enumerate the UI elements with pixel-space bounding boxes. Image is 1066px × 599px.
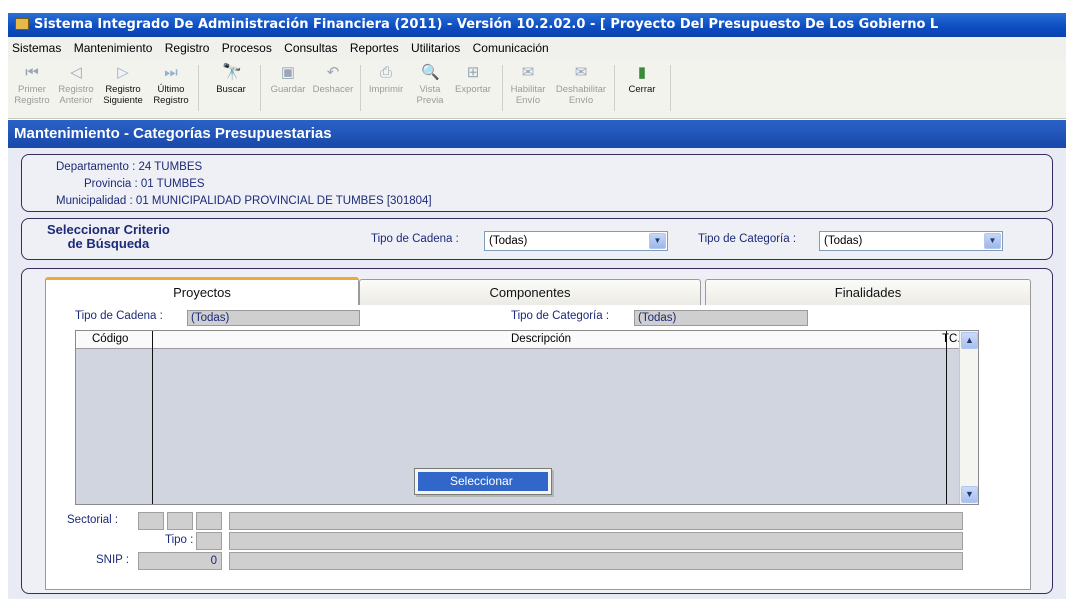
tipo-cadena-label: Tipo de Cadena : <box>371 233 459 245</box>
toolbar-separator <box>670 65 671 111</box>
previous-record-icon: ◁ <box>70 64 82 81</box>
column-codigo[interactable]: Código <box>92 331 128 348</box>
next-record-icon: ▷ <box>117 64 129 81</box>
menu-registro[interactable]: Registro <box>165 41 210 55</box>
snip-label: SNIP : <box>96 554 130 566</box>
tipo-field <box>196 532 222 550</box>
tabs-box: Proyectos Componentes Finalidades Tipo d… <box>21 268 1053 594</box>
toolbar-separator <box>502 65 503 111</box>
chevron-down-icon[interactable]: ▼ <box>984 233 1001 249</box>
departamento-value: 24 TUMBES <box>138 161 203 173</box>
tab-tipo-categoria-value: (Todas) <box>634 310 808 326</box>
menu-mantenimiento[interactable]: Mantenimiento <box>74 41 153 55</box>
chevron-up-icon[interactable]: ▲ <box>961 332 978 349</box>
provincia-label: Provincia : <box>84 178 138 190</box>
habilitar-envio-button[interactable]: ✉ Habilitar Envío <box>508 64 548 107</box>
seleccionar-popup: Seleccionar <box>414 468 552 495</box>
menu-consultas[interactable]: Consultas <box>284 41 337 55</box>
vista-previa-button[interactable]: 🔍 Vista Previa <box>412 64 448 107</box>
tab-page-proyectos: Tipo de Cadena : (Todas) Tipo de Categor… <box>45 305 1031 590</box>
guardar-button[interactable]: ▣ Guardar <box>270 64 306 96</box>
app-icon <box>15 18 29 30</box>
column-descripcion[interactable]: Descripción <box>511 331 571 348</box>
binoculars-icon: 🔭 <box>222 64 242 81</box>
exportar-button[interactable]: ⊞ Exportar <box>452 64 494 96</box>
location-info-box: Departamento : 24 TUMBES Provincia : 01 … <box>21 154 1053 212</box>
imprimir-button[interactable]: ⎙ Imprimir <box>366 64 406 96</box>
save-icon: ▣ <box>280 64 296 81</box>
menu-utilitarios[interactable]: Utilitarios <box>411 41 460 55</box>
tipo-description <box>229 532 963 550</box>
exit-door-icon: ▮ <box>637 64 647 81</box>
tipo-cadena-select[interactable]: (Todas) ▼ <box>484 231 668 251</box>
menu-reportes[interactable]: Reportes <box>350 41 399 55</box>
menu-bar: Sistemas Mantenimiento Registro Procesos… <box>8 37 1066 59</box>
snip-description <box>229 552 963 570</box>
menu-procesos[interactable]: Procesos <box>222 41 272 55</box>
sectorial-field-2 <box>167 512 193 530</box>
window-title: Sistema Integrado De Administración Fina… <box>34 17 939 32</box>
departamento-label: Departamento : <box>56 161 136 173</box>
last-record-icon: ⏭ <box>164 64 178 81</box>
panel-title: Mantenimiento - Categorías Presupuestari… <box>8 120 1066 148</box>
tab-proyectos[interactable]: Proyectos <box>45 277 359 305</box>
cerrar-button[interactable]: ▮ Cerrar <box>622 64 662 96</box>
chevron-down-icon[interactable]: ▼ <box>649 233 666 249</box>
sectorial-field-1 <box>138 512 164 530</box>
chevron-down-icon[interactable]: ▼ <box>961 486 978 503</box>
grid-column-divider <box>152 331 153 504</box>
deshacer-button[interactable]: ↶ Deshacer <box>312 64 354 96</box>
primer-registro-button[interactable]: ⏮ Primer Registro <box>14 64 50 107</box>
tab-finalidades[interactable]: Finalidades <box>705 279 1031 305</box>
tab-tipo-categoria-label: Tipo de Categoría : <box>511 310 610 322</box>
registro-anterior-button[interactable]: ◁ Registro Anterior <box>56 64 96 107</box>
column-tc[interactable]: TC. <box>942 331 961 348</box>
tab-tipo-cadena-label: Tipo de Cadena : <box>75 310 163 322</box>
magnifier-icon: 🔍 <box>421 64 440 81</box>
sectorial-field-3 <box>196 512 222 530</box>
provincia-value: 01 TUMBES <box>140 178 205 190</box>
grid-column-divider <box>946 331 947 504</box>
toolbar-separator <box>614 65 615 111</box>
envelope-icon: ✉ <box>574 64 588 81</box>
sectorial-label: Sectorial : <box>67 514 119 526</box>
printer-icon: ⎙ <box>379 64 392 81</box>
window-title-bar: Sistema Integrado De Administración Fina… <box>8 13 1066 37</box>
toolbar: ⏮ Primer Registro ◁ Registro Anterior ▷ Re… <box>8 59 1066 119</box>
tipo-categoria-select[interactable]: (Todas) ▼ <box>819 231 1003 251</box>
grid-row-area <box>76 349 152 504</box>
grid-scrollbar[interactable]: ▲ ▼ <box>959 331 978 504</box>
search-criteria-box: Seleccionar Criterio de Búsqueda Tipo de … <box>21 218 1053 260</box>
search-criteria-title: Seleccionar Criterio de Búsqueda <box>47 222 170 251</box>
seleccionar-button[interactable]: Seleccionar <box>418 472 548 491</box>
snip-value: 0 <box>138 552 222 570</box>
first-record-icon: ⏮ <box>25 64 39 81</box>
toolbar-separator <box>360 65 361 111</box>
export-icon: ⊞ <box>466 64 480 81</box>
tipo-label: Tipo : <box>165 534 194 546</box>
deshabilitar-envio-button[interactable]: ✉ Deshabilitar Envío <box>554 64 608 107</box>
sectorial-description <box>229 512 963 530</box>
tab-tipo-cadena-value: (Todas) <box>187 310 360 326</box>
buscar-button[interactable]: 🔭 Buscar <box>208 64 254 96</box>
menu-comunicacion[interactable]: Comunicación <box>473 41 549 55</box>
municipalidad-value: 01 MUNICIPALIDAD PROVINCIAL DE TUMBES [3… <box>135 195 432 207</box>
undo-icon: ↶ <box>326 64 340 81</box>
toolbar-separator <box>198 65 199 111</box>
form-content: Departamento : 24 TUMBES Provincia : 01 … <box>8 148 1066 599</box>
municipalidad-label: Municipalidad : <box>56 195 133 207</box>
grid-header: Código Descripción TC. <box>76 331 961 349</box>
registro-siguiente-button[interactable]: ▷ Registro Siguiente <box>100 64 146 107</box>
toolbar-separator <box>260 65 261 111</box>
envelope-icon: ✉ <box>521 64 535 81</box>
tipo-categoria-label: Tipo de Categoría : <box>698 233 797 245</box>
ultimo-registro-button[interactable]: ⏭ Último Registro <box>150 64 192 107</box>
menu-sistemas[interactable]: Sistemas <box>12 41 61 55</box>
tab-strip: Proyectos Componentes Finalidades <box>45 277 1031 305</box>
tab-componentes[interactable]: Componentes <box>359 279 701 305</box>
